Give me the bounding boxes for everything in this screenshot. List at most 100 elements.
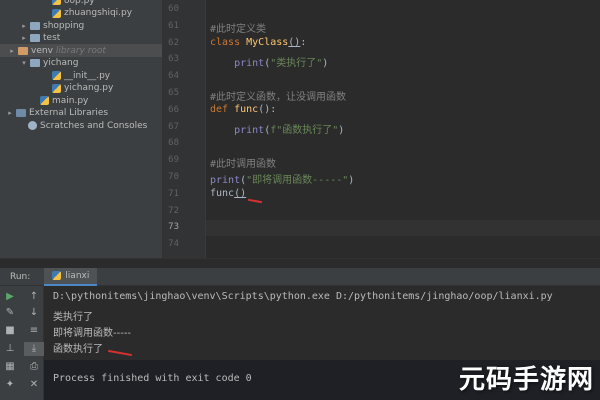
colon: : bbox=[300, 37, 307, 48]
line-number: 69 bbox=[168, 155, 179, 166]
site-watermark: 元码手游网 bbox=[459, 359, 594, 396]
line-number: 72 bbox=[168, 205, 179, 216]
tree-item[interactable]: ▾ yichang bbox=[0, 57, 78, 70]
tree-item[interactable]: __init__.py bbox=[0, 69, 110, 82]
string-literal: "即将调用函数-----" bbox=[246, 175, 349, 186]
tree-item-label: Scratches and Consoles bbox=[40, 120, 148, 131]
tree-item-label: venv bbox=[31, 45, 53, 56]
parens: () bbox=[288, 37, 301, 48]
tree-item[interactable]: yichang.py bbox=[0, 82, 113, 95]
down-icon[interactable]: ↓ bbox=[24, 306, 44, 320]
console-output-1: 类执行了 bbox=[53, 312, 93, 323]
line-number-gutter: 60 61 62 63 64 65 66 67 68 69 70 71 72 73 74 bbox=[162, 0, 206, 258]
tree-item[interactable]: zhuangshiqi.py bbox=[0, 7, 132, 20]
tree-item-label: main.py bbox=[52, 95, 89, 106]
scratch-icon bbox=[28, 121, 37, 130]
python-file-icon bbox=[52, 271, 62, 280]
code-line-63: print("类执行了") bbox=[234, 58, 329, 69]
play-icon[interactable]: ▶ bbox=[0, 290, 20, 304]
current-line-highlight bbox=[206, 220, 600, 236]
tree-item-label: __init__.py bbox=[64, 70, 111, 81]
tree-item[interactable]: ▸ External Libraries bbox=[0, 107, 108, 120]
code-line-67: print(f"函数执行了") bbox=[234, 125, 345, 136]
print-call: print bbox=[234, 58, 265, 69]
up-icon[interactable]: ↑ bbox=[24, 290, 44, 304]
code-line-69: #此时调用函数 bbox=[210, 155, 276, 170]
comment: #此时定义类 bbox=[210, 24, 267, 35]
code-line-71: func() bbox=[210, 188, 246, 199]
layout-icon[interactable]: ▦ bbox=[0, 360, 20, 374]
print-call: print bbox=[234, 125, 265, 136]
print-icon[interactable]: ⎙ bbox=[24, 360, 44, 374]
function-call: func bbox=[210, 188, 235, 199]
tree-item-label: External Libraries bbox=[29, 108, 109, 118]
soft-wrap-icon[interactable]: ≡ bbox=[24, 324, 44, 338]
tree-item[interactable]: main.py bbox=[0, 94, 88, 107]
tree-item[interactable]: ▸ venv library root bbox=[0, 44, 162, 57]
line-number: 61 bbox=[168, 20, 179, 31]
expand-arrow-icon[interactable]: ▾ bbox=[20, 59, 28, 67]
code-line-65: #此时定义函数，让没调用函数 bbox=[210, 88, 346, 103]
python-file-icon bbox=[52, 0, 61, 5]
code-line-66: def func(): bbox=[210, 104, 276, 115]
tree-item[interactable]: Scratches and Consoles bbox=[0, 119, 147, 132]
expand-arrow-icon[interactable]: ▸ bbox=[20, 34, 28, 42]
pin-icon[interactable]: ⊥ bbox=[0, 342, 20, 356]
run-tab-lianxi[interactable]: lianxi bbox=[44, 267, 98, 286]
code-line-62: class MyClass(): bbox=[210, 37, 306, 48]
line-number: 68 bbox=[168, 138, 179, 149]
expand-arrow-icon[interactable]: ▸ bbox=[6, 109, 14, 117]
python-file-icon bbox=[52, 71, 61, 80]
pin2-icon[interactable]: ✦ bbox=[0, 378, 20, 392]
function-name: func bbox=[234, 104, 259, 115]
line-number: 67 bbox=[168, 121, 179, 132]
run-tab-label: lianxi bbox=[65, 270, 90, 281]
panel-divider[interactable] bbox=[0, 258, 600, 268]
tree-item[interactable]: ▸ test bbox=[0, 32, 60, 45]
keyword-def: def bbox=[210, 104, 235, 115]
line-number: 74 bbox=[168, 239, 179, 250]
wrench-icon[interactable]: ✎ bbox=[0, 306, 20, 320]
run-toolbar-right: ↑ ↓ ≡ ⤓ ⎙ ✕ bbox=[24, 286, 44, 400]
folder-icon bbox=[18, 46, 28, 55]
stop-icon[interactable]: ■ bbox=[0, 324, 20, 338]
line-number: 66 bbox=[168, 104, 179, 115]
library-root-hint: library root bbox=[55, 45, 106, 56]
watermark-text: 元码手游网 bbox=[458, 365, 594, 395]
expand-arrow-icon[interactable]: ▸ bbox=[20, 22, 28, 30]
python-file-icon bbox=[40, 96, 49, 105]
code-line-70: print("即将调用函数-----") bbox=[210, 175, 355, 186]
tree-item-label: yichang.py bbox=[64, 83, 114, 93]
expand-arrow-icon[interactable]: ▸ bbox=[8, 47, 16, 55]
string-literal: f"函数执行了" bbox=[270, 125, 339, 136]
comment: #此时定义函数，让没调用函数 bbox=[210, 92, 347, 103]
signature-rest: (): bbox=[258, 104, 277, 115]
scroll-end-icon[interactable]: ⤓ bbox=[24, 342, 44, 356]
folder-icon bbox=[30, 59, 40, 67]
comment: #此时调用函数 bbox=[210, 159, 277, 170]
folder-icon bbox=[30, 21, 40, 30]
line-number: 60 bbox=[168, 4, 179, 14]
project-tree-panel: oop.py zhuangshiqi.py ▸ shopping ▸ test ▸ venv l… bbox=[0, 0, 162, 258]
console-finish: Process finished with exit code 0 bbox=[53, 373, 252, 384]
line-number: 62 bbox=[168, 37, 179, 48]
string-literal: "类执行了" bbox=[270, 58, 323, 69]
tree-item[interactable]: ▸ shopping bbox=[0, 19, 84, 32]
tree-item-label: yichang bbox=[43, 58, 79, 68]
line-number: 73 bbox=[168, 222, 179, 233]
code-editor[interactable]: #此时定义类 class MyClass(): print("类执行了") #此… bbox=[206, 0, 600, 258]
parens: () bbox=[234, 188, 247, 199]
tree-item-label: test bbox=[43, 33, 61, 43]
trash-icon[interactable]: ✕ bbox=[24, 378, 44, 392]
folder-icon bbox=[30, 34, 40, 42]
library-icon bbox=[16, 109, 26, 117]
tree-item-label: shopping bbox=[43, 20, 85, 31]
line-number: 63 bbox=[168, 54, 179, 65]
console-output-2: 即将调用函数----- bbox=[53, 328, 132, 339]
line-number: 64 bbox=[168, 71, 179, 82]
run-tool-header: Run: lianxi bbox=[0, 267, 600, 286]
python-file-icon bbox=[52, 83, 61, 93]
console-command: D:\pythonitems\jinghao\venv\Scripts\pyth… bbox=[53, 291, 553, 302]
print-call: print bbox=[210, 175, 241, 186]
red-annotation-mark bbox=[108, 349, 132, 357]
